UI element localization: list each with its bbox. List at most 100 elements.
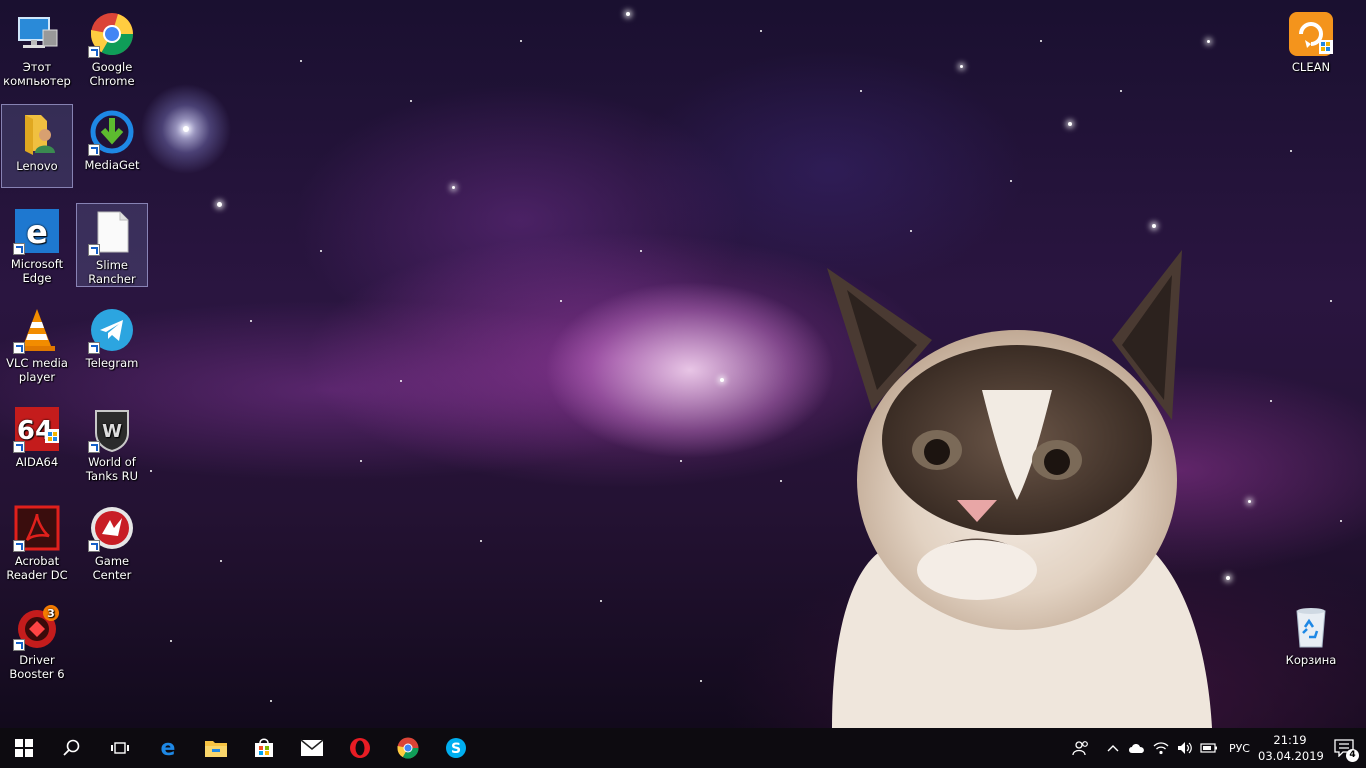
- desktop-icon-label: Acrobat Reader DC: [6, 554, 68, 582]
- desktop-icon-vlc[interactable]: VLC media player: [1, 302, 73, 386]
- vlc-icon: [13, 306, 61, 354]
- action-center-button[interactable]: 4: [1322, 728, 1366, 768]
- onedrive-button[interactable]: [1125, 728, 1149, 768]
- desktop-icon-driver-booster[interactable]: 3 Driver Booster 6: [1, 599, 73, 683]
- mail-icon: [300, 739, 324, 756]
- clock[interactable]: 21:19 03.04.2019: [1258, 732, 1324, 764]
- clock-time: 21:19: [1273, 733, 1307, 747]
- task-view-button[interactable]: [96, 728, 144, 768]
- desktop-icon-world-of-tanks[interactable]: W World of Tanks RU: [76, 401, 148, 485]
- desktop-icon-label: World of Tanks RU: [85, 455, 139, 483]
- shortcut-arrow-icon: [13, 639, 25, 651]
- aida64-icon: 64: [13, 405, 61, 453]
- start-button[interactable]: [0, 728, 48, 768]
- taskbar-opera-button[interactable]: [336, 728, 384, 768]
- notification-count-badge: 4: [1346, 749, 1359, 762]
- start-icon: [15, 739, 33, 757]
- wifi-icon: [1153, 742, 1169, 755]
- desktop-icon-label: AIDA64: [15, 455, 59, 469]
- desktop-icon-label: Lenovo: [16, 159, 58, 173]
- chevron-up-icon: [1107, 745, 1119, 752]
- edge-icon: e: [13, 207, 61, 255]
- volume-button[interactable]: [1173, 728, 1197, 768]
- speaker-icon: [1177, 742, 1192, 754]
- user-folder-icon: [13, 109, 61, 157]
- desktop-icon-label: Driver Booster 6: [9, 653, 65, 681]
- svg-text:e: e: [161, 737, 176, 759]
- shortcut-arrow-icon: [88, 441, 100, 453]
- desktop-icon-label: VLC media player: [6, 356, 68, 384]
- desktop-icon-label: MediaGet: [84, 158, 140, 172]
- battery-icon: [1200, 743, 1217, 753]
- desktop-icon-telegram[interactable]: Telegram: [76, 302, 148, 386]
- desktop-icon-slime-rancher[interactable]: Slime Rancher: [76, 203, 148, 287]
- grumpy-cat-image: [812, 250, 1222, 728]
- search-icon: [63, 739, 80, 756]
- input-language-indicator[interactable]: РУС: [1221, 742, 1258, 755]
- desktop-icon-label: Slime Rancher: [88, 258, 136, 286]
- show-hidden-icons-button[interactable]: [1101, 728, 1125, 768]
- svg-text:S: S: [451, 741, 461, 757]
- acrobat-icon: [13, 504, 61, 552]
- edge-icon: e: [161, 737, 176, 759]
- computer-icon: [13, 10, 61, 58]
- desktop-icon-acrobat-reader[interactable]: Acrobat Reader DC: [1, 500, 73, 584]
- cloud-icon: [1128, 744, 1144, 753]
- svg-text:W: W: [102, 421, 122, 442]
- taskbar-edge-button[interactable]: e: [144, 728, 192, 768]
- file-explorer-icon: [205, 741, 227, 757]
- shortcut-arrow-icon: [88, 244, 100, 256]
- taskbar-skype-button[interactable]: S: [432, 728, 480, 768]
- skype-icon: S: [446, 738, 466, 758]
- desktop-icon-label: Telegram: [85, 356, 139, 370]
- taskbar-mail-button[interactable]: [288, 728, 336, 768]
- network-button[interactable]: [1149, 728, 1173, 768]
- desktop-icon-google-chrome[interactable]: Google Chrome: [76, 6, 148, 90]
- mediaget-icon: [88, 108, 136, 156]
- desktop-icon-microsoft-edge[interactable]: e Microsoft Edge: [1, 203, 73, 287]
- desktop-icon-label: Этот компьютер: [3, 60, 71, 88]
- desktop-icon-clean[interactable]: CLEAN: [1275, 6, 1347, 90]
- desktop-icon-this-pc[interactable]: Этот компьютер: [1, 6, 73, 90]
- desktop-icon-label: Game Center: [92, 554, 132, 582]
- taskbar-chrome-button[interactable]: [384, 728, 432, 768]
- desktop-icon-label: Google Chrome: [89, 60, 135, 88]
- store-icon: [255, 738, 273, 757]
- shortcut-arrow-icon: [88, 144, 100, 156]
- desktop-icon-aida64[interactable]: 64 AIDA64: [1, 401, 73, 485]
- telegram-icon: [88, 306, 136, 354]
- desktop-icon-game-center[interactable]: Game Center: [76, 500, 148, 584]
- desktop-icon-label: Microsoft Edge: [10, 257, 64, 285]
- chrome-icon: [397, 737, 419, 759]
- chrome-icon: [88, 10, 136, 58]
- game-center-icon: [88, 504, 136, 552]
- shortcut-arrow-icon: [88, 46, 100, 58]
- people-button[interactable]: [1061, 728, 1101, 768]
- people-icon: [1072, 741, 1088, 756]
- desktop-icon-label: Корзина: [1285, 653, 1337, 667]
- svg-text:e: e: [26, 213, 48, 251]
- taskbar-store-button[interactable]: [240, 728, 288, 768]
- opera-icon: [350, 738, 370, 758]
- desktop-icon-lenovo[interactable]: Lenovo: [1, 104, 73, 188]
- shortcut-arrow-icon: [13, 342, 25, 354]
- clean-icon: [1287, 10, 1335, 58]
- shortcut-arrow-icon: [13, 243, 25, 255]
- desktop-icon-mediaget[interactable]: MediaGet: [76, 104, 148, 188]
- taskbar: e S РУС 21:19 03.04.2019 4: [0, 728, 1366, 768]
- clock-date: 03.04.2019: [1258, 749, 1324, 763]
- world-of-tanks-icon: W: [88, 405, 136, 453]
- battery-button[interactable]: [1197, 728, 1221, 768]
- driver-booster-badge: 3: [47, 607, 55, 620]
- shortcut-arrow-icon: [88, 540, 100, 552]
- blank-file-icon: [88, 208, 136, 256]
- taskbar-file-explorer-button[interactable]: [192, 728, 240, 768]
- shortcut-arrow-icon: [13, 540, 25, 552]
- system-tray: РУС 21:19 03.04.2019 4: [1061, 728, 1366, 768]
- search-button[interactable]: [48, 728, 96, 768]
- task-view-icon: [111, 742, 129, 754]
- desktop-icon-recycle-bin[interactable]: Корзина: [1275, 599, 1347, 683]
- recycle-bin-icon: [1287, 603, 1335, 651]
- desktop-icon-label: CLEAN: [1291, 60, 1331, 74]
- shortcut-arrow-icon: [13, 441, 25, 453]
